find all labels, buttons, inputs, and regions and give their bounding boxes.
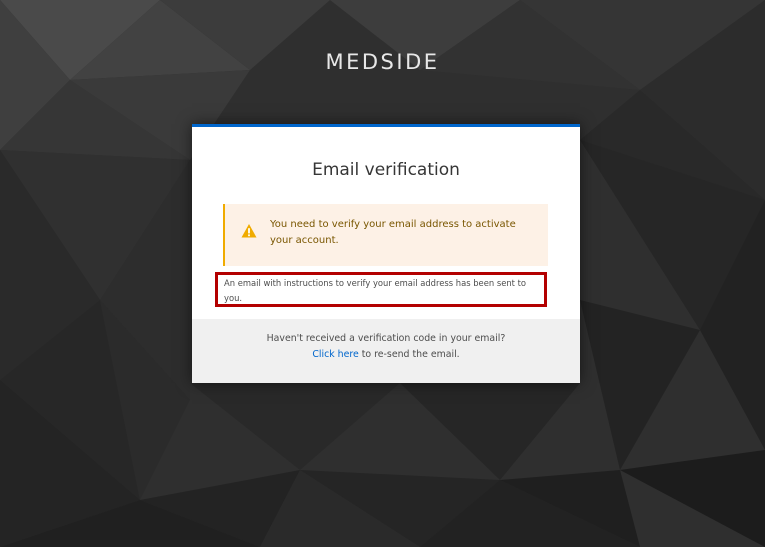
instruction-text: An email with instructions to verify you… (215, 272, 547, 307)
resend-question: Haven't received a verification code in … (266, 333, 506, 344)
resend-link[interactable]: Click here (312, 349, 358, 360)
resend-suffix: to re-send the email. (358, 349, 460, 360)
warning-alert: You need to verify your email address to… (223, 204, 548, 266)
alert-message: You need to verify your email address to… (270, 219, 516, 246)
card-footer: Haven't received a verification code in … (192, 319, 580, 383)
brand-title: MEDSIDE (325, 50, 440, 74)
resend-line: Click here to re-send the email. (192, 347, 580, 363)
page-title: Email verification (312, 160, 460, 180)
verification-card: Email verification You need to verify yo… (192, 124, 580, 383)
warning-triangle-icon (241, 223, 257, 239)
